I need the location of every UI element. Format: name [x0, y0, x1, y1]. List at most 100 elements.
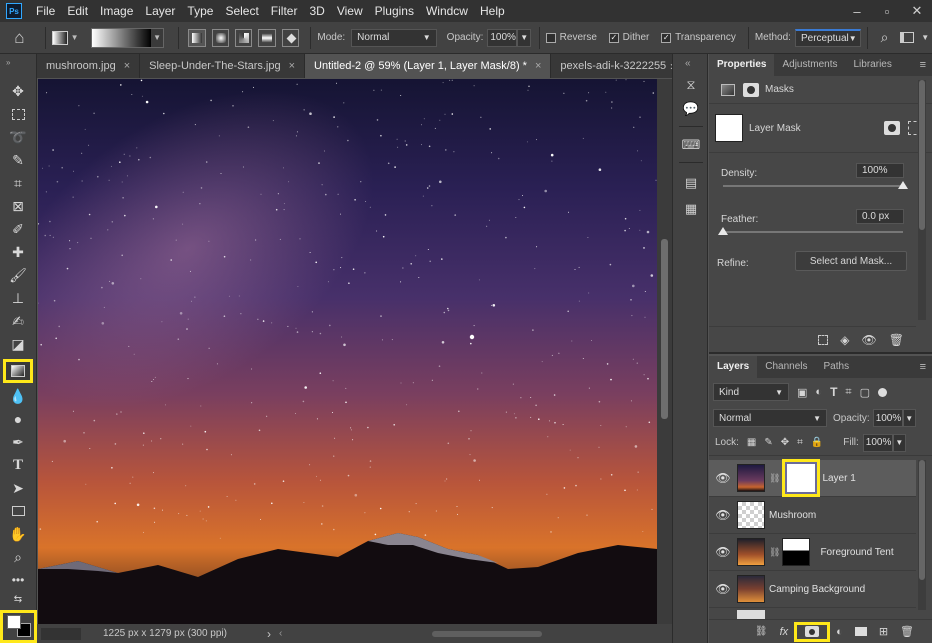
menu-3d[interactable]: 3D	[303, 0, 330, 22]
brush-tool-icon[interactable]: 🖌	[5, 264, 31, 286]
scroll-thumb[interactable]	[919, 460, 925, 580]
minimize-icon[interactable]: –	[842, 4, 872, 19]
eyedropper-icon[interactable]: ✐	[5, 218, 31, 240]
adjustment-icon[interactable]: ◐	[836, 626, 843, 638]
tab-properties[interactable]: Properties	[709, 54, 775, 76]
quick-selection-icon[interactable]: ✎	[5, 149, 31, 171]
filter-adjustment-icon[interactable]: ◐	[815, 386, 822, 398]
density-slider-thumb[interactable]	[898, 181, 908, 189]
dither-checkbox[interactable]: ✓	[608, 32, 619, 43]
lock-artboard-icon[interactable]: ⌗	[797, 437, 803, 448]
dodge-tool-icon[interactable]: ●	[5, 408, 31, 430]
status-arrow-icon[interactable]: ›	[267, 627, 271, 641]
lock-pixels-icon[interactable]: ✎	[764, 437, 772, 448]
layer-row-camping-background[interactable]: 👁 Camping Background	[709, 571, 916, 608]
frame-tool-icon[interactable]: ⊠	[5, 195, 31, 217]
search-icon[interactable]: ⌕	[874, 28, 895, 48]
density-slider-track[interactable]	[723, 181, 908, 189]
menu-file[interactable]: File	[30, 0, 61, 22]
reflected-gradient-icon[interactable]	[258, 28, 276, 47]
layer-opacity-input[interactable]: 100%	[872, 409, 903, 427]
home-icon[interactable]: ⌂	[0, 28, 39, 48]
collapse-arrows-icon[interactable]: »	[6, 58, 10, 67]
angle-gradient-icon[interactable]	[235, 28, 253, 47]
lasso-tool-icon[interactable]: ➰	[5, 126, 31, 148]
scroll-left-arrow[interactable]: ‹	[279, 628, 282, 639]
healing-brush-icon[interactable]: ✚	[5, 241, 31, 263]
feather-slider-thumb[interactable]	[718, 227, 728, 235]
menu-view[interactable]: View	[331, 0, 369, 22]
fx-icon[interactable]: fx	[780, 626, 789, 638]
hand-tool-icon[interactable]: ✋	[5, 523, 31, 545]
rectangle-tool-icon[interactable]	[5, 500, 31, 522]
visibility-eye-icon[interactable]: 👁	[709, 545, 737, 559]
layer-mask-icon[interactable]	[743, 82, 759, 97]
eraser-tool-icon[interactable]: ◪	[5, 333, 31, 355]
more-tools-icon[interactable]: •••	[5, 569, 31, 591]
panel-menu-icon[interactable]: ≡	[920, 59, 932, 71]
chevron-down-icon[interactable]: ▼	[918, 28, 932, 48]
path-selection-icon[interactable]: ➤	[5, 477, 31, 499]
method-select[interactable]: Perceptual ▼	[794, 28, 861, 47]
filter-type-icon[interactable]: T	[830, 385, 837, 399]
menu-edit[interactable]: Edit	[61, 0, 94, 22]
tab-libraries[interactable]: Libraries	[846, 54, 900, 76]
document-canvas[interactable]	[38, 79, 657, 624]
density-input[interactable]: 100%	[856, 163, 904, 178]
libraries-panel-icon[interactable]: ▤	[681, 174, 701, 192]
clone-stamp-icon[interactable]: ⊥	[5, 287, 31, 309]
trash-icon[interactable]: 🗑	[889, 333, 904, 347]
trash-icon[interactable]: 🗑	[900, 625, 914, 638]
lock-position-icon[interactable]: ✥	[781, 437, 789, 448]
comments-panel-icon[interactable]: 💬	[681, 100, 701, 118]
tab-mushroom[interactable]: mushroom.jpg ×	[37, 54, 141, 78]
group-icon[interactable]	[854, 627, 867, 636]
zoom-field[interactable]	[41, 627, 81, 640]
close-window-icon[interactable]: ✕	[902, 3, 932, 19]
load-selection-icon[interactable]	[818, 334, 829, 345]
menu-window[interactable]: Windcw	[420, 0, 474, 22]
transparency-checkbox[interactable]: ✓	[661, 32, 672, 43]
chain-link-icon[interactable]: ⛓	[769, 547, 780, 558]
scroll-thumb[interactable]	[661, 239, 668, 419]
layer-row-foreground-tent[interactable]: 👁 ⛓ Foreground Tent	[709, 534, 916, 571]
blur-tool-icon[interactable]: 💧	[5, 385, 31, 407]
maximize-icon[interactable]: ▫	[872, 4, 902, 19]
reverse-checkbox[interactable]	[545, 32, 556, 43]
kind-filter-select[interactable]: Kind ▼	[713, 383, 789, 401]
tab-untitled-2[interactable]: Untitled-2 @ 59% (Layer 1, Layer Mask/8)…	[305, 54, 552, 78]
fill-input[interactable]: 100%	[862, 433, 893, 452]
menu-type[interactable]: Type	[181, 0, 219, 22]
gradient-picker[interactable]: ▼	[90, 27, 165, 48]
menu-plugins[interactable]: Plugins	[369, 0, 420, 22]
layer-opacity-dropdown[interactable]: ▼	[902, 409, 916, 427]
blend-mode-select[interactable]: Normal ▼	[713, 409, 827, 427]
foreground-color-swatch[interactable]	[7, 615, 21, 629]
filter-toggle-icon[interactable]	[878, 387, 888, 397]
visibility-eye-icon[interactable]: 👁	[709, 582, 737, 596]
history-panel-icon[interactable]: ⧖	[681, 76, 701, 94]
properties-scrollbar[interactable]	[918, 80, 926, 320]
chain-link-icon[interactable]: ⛓	[769, 473, 780, 484]
layer-row-layer-1[interactable]: 👁 ⛓ Layer 1	[709, 459, 916, 497]
layer-row-mushroom[interactable]: 👁 Mushroom	[709, 497, 916, 534]
visibility-eye-icon[interactable]: 👁	[862, 333, 877, 347]
history-brush-icon[interactable]: ✍	[5, 310, 31, 332]
filter-shape-icon[interactable]: ⌗	[845, 386, 851, 399]
type-tool-icon[interactable]: T	[5, 454, 31, 476]
scroll-thumb[interactable]	[919, 80, 925, 230]
diamond-gradient-icon[interactable]	[281, 28, 300, 47]
menu-layer[interactable]: Layer	[139, 0, 181, 22]
color-swatches[interactable]	[0, 610, 37, 643]
feather-slider-track[interactable]	[718, 227, 903, 235]
swap-colors-icon[interactable]: ⇆	[5, 592, 31, 606]
collapse-arrows-icon[interactable]: «	[685, 58, 691, 69]
pen-tool-icon[interactable]: ✒	[5, 431, 31, 453]
mode-select[interactable]: Normal ▼	[351, 28, 437, 47]
menu-image[interactable]: Image	[94, 0, 139, 22]
menu-select[interactable]: Select	[219, 0, 264, 22]
actions-panel-icon[interactable]: ⌨	[681, 136, 701, 154]
close-icon[interactable]: ×	[289, 60, 295, 72]
tab-channels[interactable]: Channels	[757, 356, 815, 378]
mask-select-icon[interactable]	[884, 121, 900, 135]
